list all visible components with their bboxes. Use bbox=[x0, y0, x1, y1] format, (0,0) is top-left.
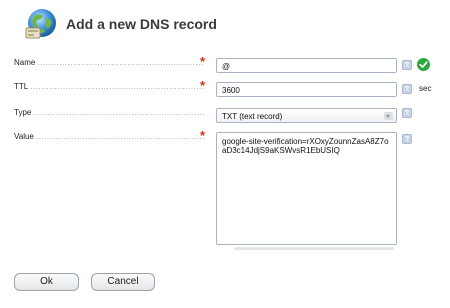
name-label: Name bbox=[14, 58, 36, 67]
required-marker: * bbox=[200, 54, 206, 69]
ttl-help-icon[interactable]: ? bbox=[402, 84, 412, 94]
type-select[interactable]: TXT (text record) bbox=[216, 108, 397, 123]
type-label: Type bbox=[14, 108, 32, 117]
ttl-unit: sec bbox=[419, 84, 432, 93]
label-dots: ........................................… bbox=[36, 132, 204, 141]
label-dots: ........................................… bbox=[33, 108, 204, 117]
required-marker: * bbox=[200, 128, 206, 143]
chevron-down-icon[interactable] bbox=[384, 112, 393, 120]
value-help-icon[interactable]: ? bbox=[402, 134, 412, 144]
globe-icon bbox=[24, 7, 58, 41]
cancel-button[interactable]: Cancel bbox=[91, 273, 155, 291]
type-row: Type ...................................… bbox=[14, 108, 444, 124]
value-textarea[interactable]: google-site-verification=rXOxyZounnZasA8… bbox=[216, 132, 397, 245]
label-dots: ........................................… bbox=[37, 58, 204, 67]
value-row: Value ..................................… bbox=[14, 128, 444, 252]
ttl-row: TTL ....................................… bbox=[14, 78, 444, 98]
name-help-icon[interactable]: ? bbox=[402, 60, 412, 70]
ttl-input[interactable]: 3600 bbox=[216, 82, 397, 97]
type-help-icon[interactable]: ? bbox=[402, 108, 412, 118]
label-dots: ........................................… bbox=[30, 82, 204, 91]
required-marker: * bbox=[200, 78, 206, 93]
valid-check-icon bbox=[417, 58, 430, 71]
name-input[interactable]: @ bbox=[216, 58, 397, 73]
type-selected-value: TXT (text record) bbox=[222, 112, 283, 121]
dialog-title: Add a new DNS record bbox=[66, 16, 217, 32]
ttl-label: TTL bbox=[14, 82, 28, 91]
name-row: Name ...................................… bbox=[14, 54, 444, 74]
ok-button[interactable]: Ok bbox=[14, 273, 79, 291]
horizontal-scrollbar[interactable] bbox=[234, 247, 394, 250]
dialog-header: Add a new DNS record bbox=[24, 6, 217, 42]
value-label: Value bbox=[14, 132, 34, 141]
